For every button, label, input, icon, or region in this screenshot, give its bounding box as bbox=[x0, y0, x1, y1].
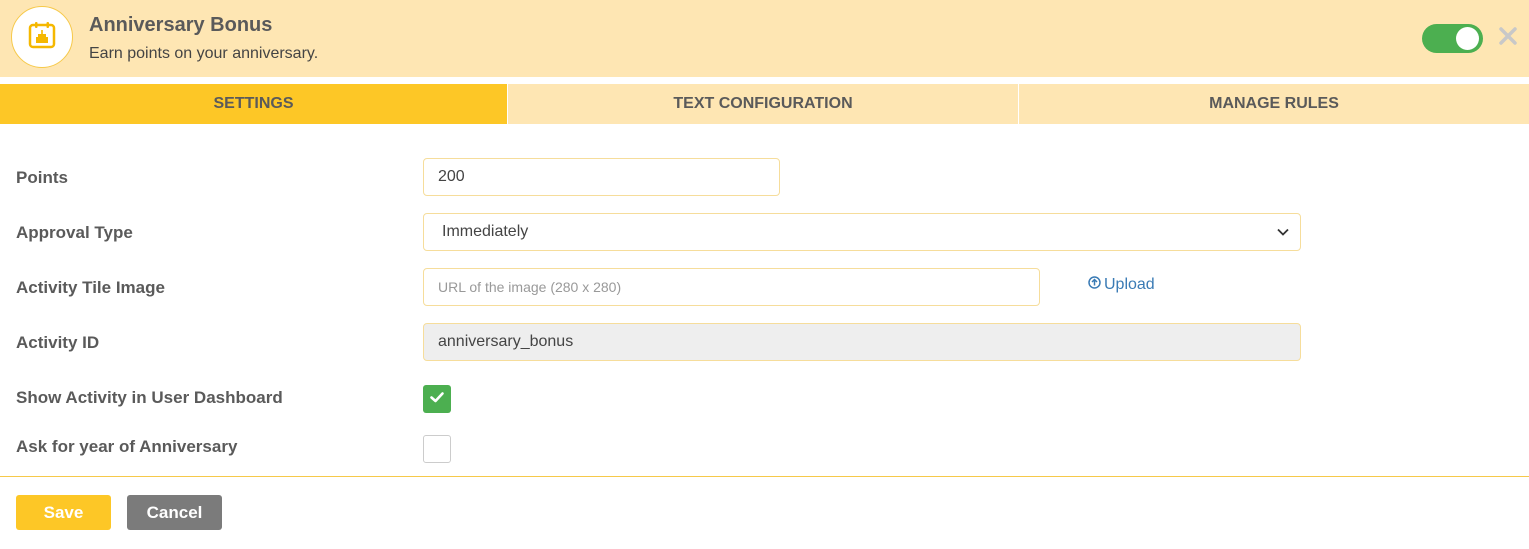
show-in-dashboard-checkbox[interactable] bbox=[423, 385, 451, 413]
ask-year-checkbox[interactable] bbox=[423, 435, 451, 463]
activity-id-label: Activity ID bbox=[16, 333, 100, 352]
upload-link[interactable]: Upload bbox=[1088, 276, 1155, 294]
activity-tile-image-input[interactable]: URL of the image (280 x 280) bbox=[423, 268, 1040, 306]
activity-id-input[interactable]: anniversary_bonus bbox=[423, 323, 1301, 361]
footer-divider bbox=[0, 476, 1529, 477]
approval-type-label: Approval Type bbox=[16, 223, 133, 242]
enable-toggle[interactable] bbox=[1422, 24, 1483, 53]
points-input[interactable]: 200 bbox=[423, 158, 780, 196]
tab-settings[interactable]: SETTINGS bbox=[0, 84, 507, 124]
tab-bar: SETTINGS TEXT CONFIGURATION MANAGE RULES bbox=[0, 84, 1529, 124]
close-button[interactable] bbox=[1496, 24, 1520, 52]
approval-type-select[interactable]: Immediately bbox=[423, 213, 1301, 251]
tab-text-configuration[interactable]: TEXT CONFIGURATION bbox=[507, 84, 1018, 124]
save-button[interactable]: Save bbox=[16, 495, 111, 530]
upload-arrow-icon bbox=[1088, 276, 1104, 294]
activity-tile-image-label: Activity Tile Image bbox=[16, 278, 165, 297]
tab-manage-rules[interactable]: MANAGE RULES bbox=[1018, 84, 1529, 124]
toggle-knob bbox=[1456, 27, 1479, 50]
approval-type-value: Immediately bbox=[442, 223, 529, 240]
chevron-down-icon bbox=[1276, 225, 1290, 244]
calendar-cake-icon bbox=[27, 20, 57, 55]
activity-title: Anniversary Bonus bbox=[89, 14, 273, 36]
show-in-dashboard-label: Show Activity in User Dashboard bbox=[16, 388, 283, 407]
activity-logo bbox=[11, 6, 73, 68]
points-value: 200 bbox=[438, 168, 465, 185]
close-icon bbox=[1498, 26, 1518, 51]
ask-year-label: Ask for year of Anniversary bbox=[16, 437, 238, 456]
activity-header: Anniversary Bonus Earn points on your an… bbox=[0, 0, 1529, 77]
activity-id-value: anniversary_bonus bbox=[438, 333, 574, 350]
checkmark-icon bbox=[429, 389, 445, 410]
upload-label: Upload bbox=[1104, 276, 1155, 293]
cancel-button[interactable]: Cancel bbox=[127, 495, 222, 530]
activity-subtitle: Earn points on your anniversary. bbox=[89, 45, 319, 62]
activity-tile-image-placeholder: URL of the image (280 x 280) bbox=[438, 279, 622, 295]
points-label: Points bbox=[16, 168, 68, 187]
